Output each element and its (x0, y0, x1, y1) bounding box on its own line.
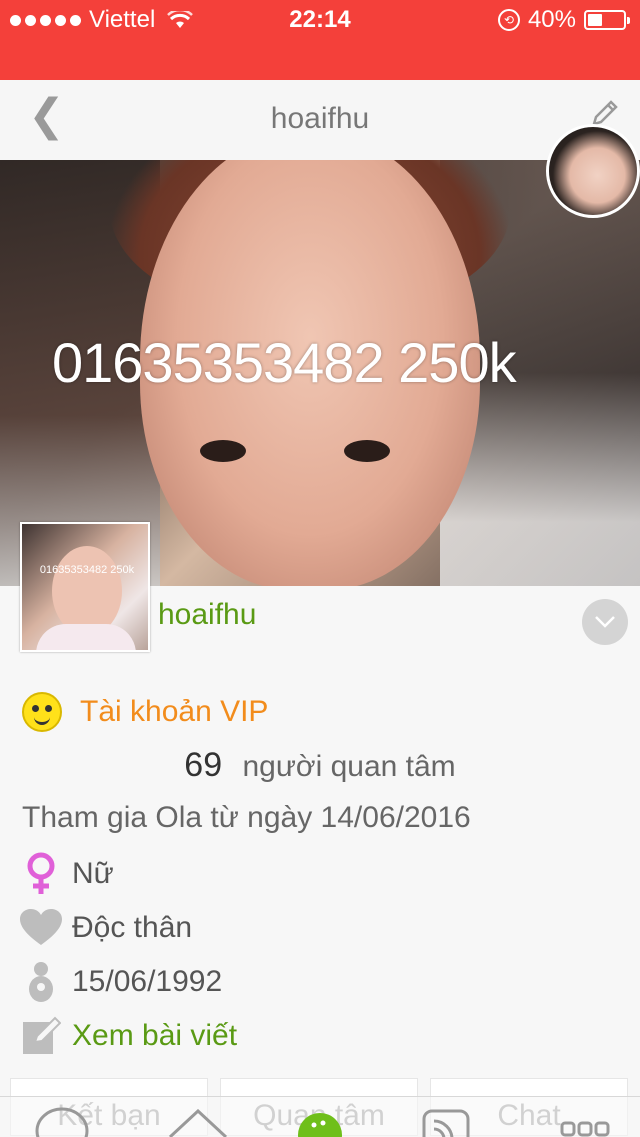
heart-icon (20, 907, 62, 949)
relationship-row: Độc thân (20, 905, 192, 951)
gender-label: Nữ (72, 857, 114, 890)
vip-row: Tài khoản VIP (22, 690, 268, 734)
cover-caption: 01635353482 250k (52, 331, 517, 394)
nav-bar: ❮ hoaifhu (0, 80, 640, 161)
status-bar: Viettel 22:14 ⟲ 40% (0, 0, 640, 80)
followers-row: 69 người quan tâm (0, 746, 640, 785)
birthday-row: 15/06/1992 (20, 959, 222, 1005)
battery-percent: 40% (527, 6, 576, 33)
menu-grid-icon[interactable] (560, 1121, 610, 1137)
page-title: hoaifhu (270, 102, 370, 135)
tab-bar (0, 1096, 640, 1137)
vip-label: Tài khoản VIP (80, 695, 269, 728)
rss-icon[interactable] (422, 1109, 470, 1137)
birthday-label: 15/06/1992 (72, 965, 223, 998)
chat-bubble-icon[interactable] (34, 1105, 90, 1137)
home-icon[interactable] (168, 1109, 228, 1137)
relationship-label: Độc thân (72, 911, 193, 944)
chevron-down-icon (595, 616, 615, 628)
view-posts-link[interactable]: Xem bài viết (72, 1019, 237, 1053)
status-right: ⟲ 40% (497, 6, 630, 34)
username: hoaifhu (158, 598, 257, 631)
rotation-lock-icon: ⟲ (497, 9, 520, 31)
posts-row[interactable]: Xem bài viết (20, 1013, 237, 1059)
baby-icon (20, 961, 62, 1003)
followers-label: người quan tâm (242, 750, 456, 783)
followers-count: 69 (184, 746, 223, 784)
edit-note-icon (20, 1015, 62, 1057)
battery-icon (584, 10, 630, 30)
smiley-icon (22, 692, 62, 732)
expand-button[interactable] (582, 599, 628, 645)
female-icon (20, 852, 62, 895)
profile-photo-caption: 01635353482 250k (39, 564, 135, 576)
gender-row: Nữ (20, 851, 114, 897)
joined-date: Tham gia Ola từ ngày 14/06/2016 (22, 801, 471, 834)
discover-icon[interactable] (296, 1111, 344, 1137)
profile-photo[interactable]: 01635353482 250k (20, 522, 150, 652)
avatar[interactable] (546, 124, 640, 218)
